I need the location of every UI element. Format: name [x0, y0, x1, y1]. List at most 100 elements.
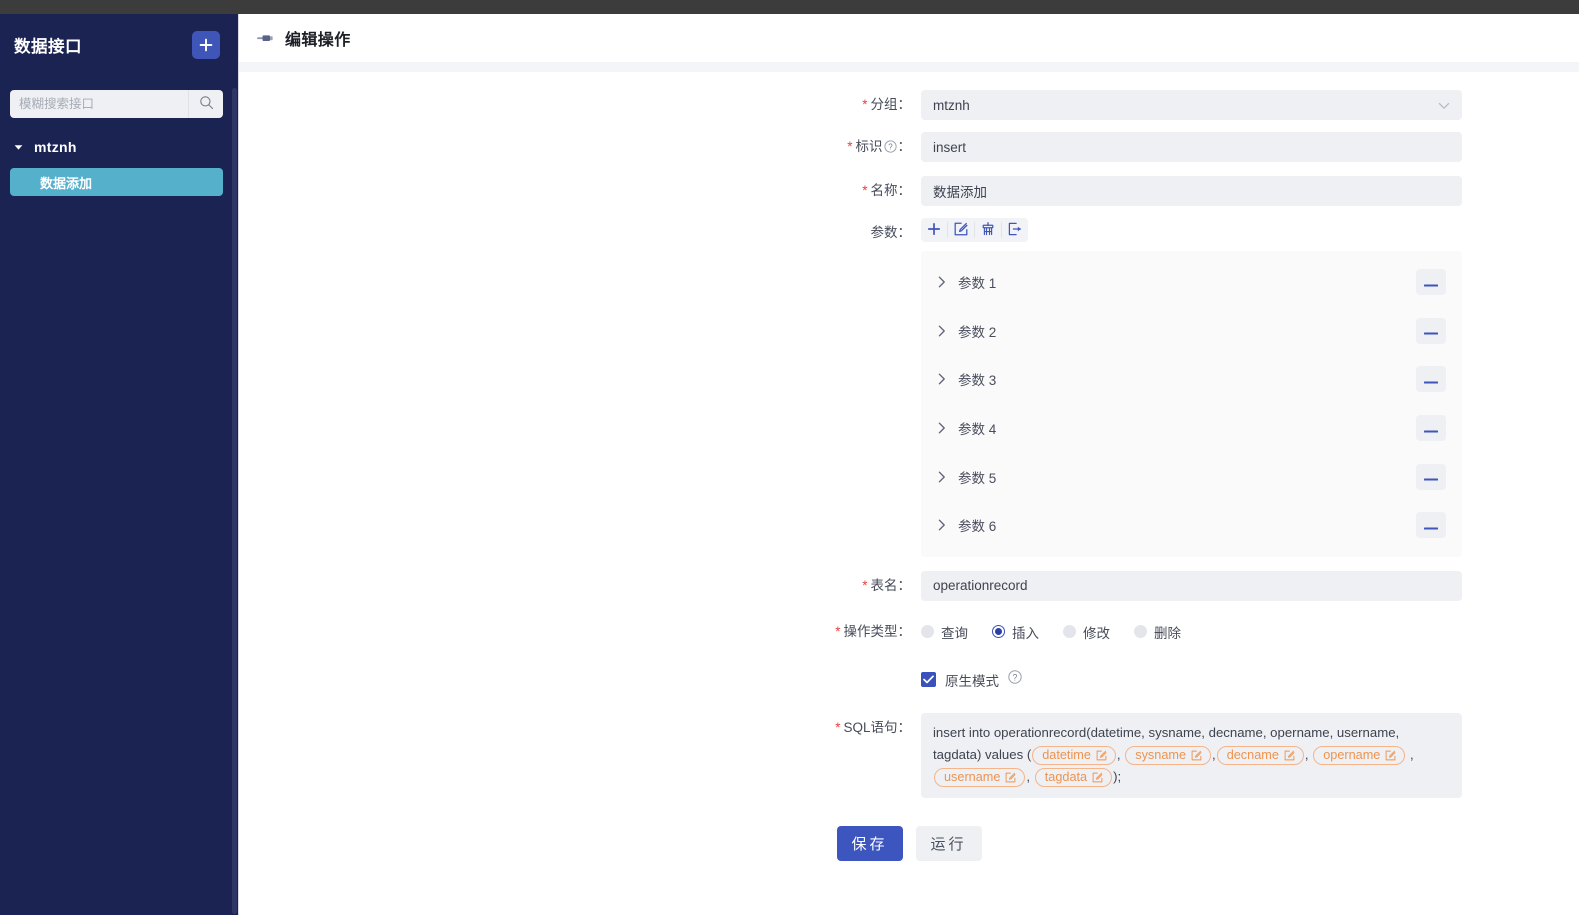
label-group: * 分组： — [862, 97, 911, 112]
edit-param-button[interactable] — [948, 218, 974, 242]
param-expand-toggle[interactable]: 参数 6 — [938, 515, 996, 535]
sidebar-header: 数据接口 — [0, 14, 238, 76]
radio-option-insert[interactable]: 插入 — [992, 622, 1039, 642]
sql-tag-sysname[interactable]: sysname — [1125, 745, 1212, 765]
edit-square-icon — [1191, 750, 1202, 761]
minus-icon — [1423, 518, 1439, 533]
remove-param-button[interactable] — [1416, 512, 1446, 539]
question-circle-icon[interactable]: ? — [1008, 670, 1022, 689]
field-name: 数据添加 — [921, 176, 1579, 206]
radio-indicator — [1134, 625, 1147, 639]
radio-option-update[interactable]: 修改 — [1063, 622, 1110, 642]
sql-suffix-text: ); — [1113, 768, 1122, 784]
search-input[interactable] — [10, 90, 188, 118]
sql-tag-label: opername — [1323, 747, 1381, 762]
param-label: 参数 4 — [958, 422, 997, 438]
param-row: 参数 5 — [921, 452, 1462, 501]
window-top-bar — [0, 0, 1579, 14]
required-mark: * — [862, 97, 868, 112]
chevron-right-icon — [938, 325, 946, 337]
radio-label: 查询 — [941, 625, 968, 641]
radio-option-delete[interactable]: 删除 — [1134, 622, 1181, 642]
label-sql-text: SQL语句 — [843, 719, 898, 735]
field-sql: insert into operationrecord(datetime, sy… — [921, 712, 1579, 798]
radio-option-query[interactable]: 查询 — [921, 622, 968, 642]
tree-item-label: 数据添加 — [40, 175, 93, 191]
field-table-name: operationrecord — [921, 570, 1579, 601]
export-param-button[interactable] — [1002, 218, 1028, 242]
form-row-sql: * SQL语句： insert into operationrecord(date… — [239, 712, 1579, 798]
identifier-input[interactable]: insert — [921, 132, 1462, 162]
sql-editor[interactable]: insert into operationrecord(datetime, sy… — [921, 712, 1462, 798]
sql-tag-decname[interactable]: decname — [1216, 745, 1304, 765]
plus-icon — [199, 38, 213, 52]
remove-param-button[interactable] — [1416, 415, 1446, 442]
save-button[interactable]: 保存 — [836, 825, 903, 861]
app-root: 数据接口 模糊搜索接口 mtznh 数据添加 编辑操作 * 分组： mtznh … — [0, 0, 1579, 915]
interface-tree: mtznh 数据添加 — [0, 134, 238, 196]
edit-square-icon — [1096, 750, 1107, 761]
name-input[interactable]: 数据添加 — [921, 176, 1462, 206]
form-row-group: * 分组： mtznh — [239, 90, 1579, 120]
label-params-text: 参数 — [870, 225, 898, 240]
sql-separator: , — [1116, 746, 1125, 762]
sql-separator: , — [1212, 746, 1216, 762]
sql-separator: , — [1304, 746, 1313, 762]
sql-tag-username[interactable]: username — [934, 767, 1026, 787]
page-header: 编辑操作 — [239, 14, 1579, 62]
tree-group-mtznh[interactable]: mtznh — [0, 134, 238, 160]
main-panel: 编辑操作 * 分组： mtznh * 标识 ? ： insert * 名称： 数… — [238, 0, 1579, 915]
chevron-down-icon — [1438, 98, 1450, 113]
radio-label: 插入 — [1012, 625, 1039, 641]
header-divider — [239, 62, 1579, 72]
field-params: 参数 1 参数 2 参数 3 参数 4 参数 5 参数 6 — [921, 218, 1579, 557]
remove-param-button[interactable] — [1416, 317, 1446, 344]
check-icon — [923, 671, 934, 689]
minus-icon — [1423, 275, 1439, 290]
sql-separator: , — [1026, 768, 1034, 784]
native-mode-checkbox[interactable] — [921, 671, 936, 689]
table-name-input[interactable]: operationrecord — [921, 570, 1462, 601]
sidebar-scrollbar[interactable] — [232, 88, 237, 914]
sql-tag-opername[interactable]: opername — [1313, 745, 1406, 765]
radio-indicator-selected — [992, 625, 1005, 639]
edit-operation-form: * 分组： mtznh * 标识?： insert * 名称： 数据添加 参数：… — [239, 72, 1579, 915]
param-label: 参数 3 — [958, 373, 997, 389]
param-list: 参数 1 参数 2 参数 3 参数 4 参数 5 参数 6 — [921, 251, 1462, 557]
form-row-identifier: * 标识?： insert — [239, 132, 1579, 164]
param-row: 参数 3 — [921, 355, 1462, 404]
sql-tag-datetime[interactable]: datetime — [1032, 745, 1116, 765]
clear-param-button[interactable] — [975, 218, 1001, 242]
sql-tag-label: decname — [1226, 747, 1279, 762]
add-param-button[interactable] — [921, 218, 947, 242]
param-expand-toggle[interactable]: 参数 4 — [938, 418, 996, 438]
param-expand-toggle[interactable]: 参数 3 — [938, 369, 996, 389]
label-identifier-text: 标识 — [855, 139, 883, 154]
field-operation-type: 查询 插入 修改 删除 — [921, 617, 1579, 647]
label-table-name-text: 表名 — [870, 577, 898, 593]
run-button[interactable]: 运行 — [915, 825, 982, 861]
param-row: 参数 1 — [921, 258, 1462, 307]
tree-item-data-add[interactable]: 数据添加 — [10, 168, 223, 196]
form-row-table-name: * 表名： operationrecord — [239, 570, 1579, 601]
search-button[interactable] — [189, 90, 223, 118]
field-identifier: insert — [921, 132, 1579, 162]
add-interface-button[interactable] — [192, 31, 220, 59]
minus-icon — [1423, 372, 1439, 387]
remove-param-button[interactable] — [1416, 463, 1446, 490]
remove-param-button[interactable] — [1416, 269, 1446, 296]
sql-tag-tagdata[interactable]: tagdata — [1034, 767, 1113, 787]
radio-label: 修改 — [1083, 625, 1110, 641]
param-expand-toggle[interactable]: 参数 2 — [938, 321, 996, 341]
group-select[interactable]: mtznh — [921, 90, 1462, 120]
form-row-params: 参数： 参数 1 参数 2 参数 3 参数 4 参数 5 参数 6 — [239, 218, 1579, 557]
required-mark: * — [835, 623, 841, 639]
chevron-right-icon — [938, 519, 946, 531]
edit-square-icon — [1005, 772, 1016, 783]
svg-text:?: ? — [1013, 672, 1018, 682]
question-circle-icon[interactable]: ? — [883, 134, 897, 164]
param-expand-toggle[interactable]: 参数 5 — [938, 467, 996, 487]
remove-param-button[interactable] — [1416, 366, 1446, 393]
param-expand-toggle[interactable]: 参数 1 — [938, 272, 996, 292]
sql-tag-label: tagdata — [1044, 769, 1088, 784]
